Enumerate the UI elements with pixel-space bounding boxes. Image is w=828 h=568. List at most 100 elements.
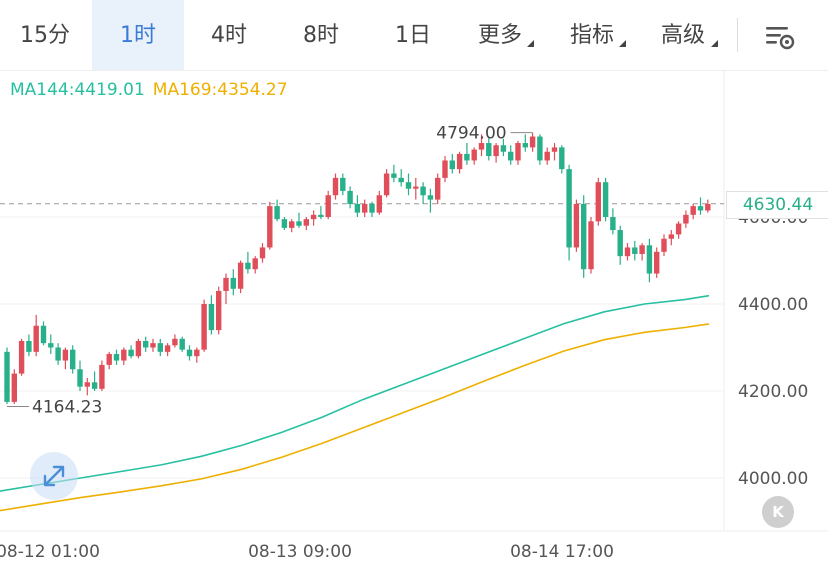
tab-1day[interactable]: 1日 bbox=[368, 0, 458, 70]
candle-body bbox=[179, 338, 185, 350]
candle-body bbox=[705, 203, 711, 211]
candle-body bbox=[522, 143, 528, 148]
candle-body bbox=[668, 234, 674, 239]
candle-body bbox=[274, 206, 280, 220]
candle-body bbox=[478, 143, 485, 150]
tab-8hour[interactable]: 8时 bbox=[276, 0, 366, 70]
candle-body bbox=[237, 262, 244, 289]
candle-body bbox=[515, 143, 521, 161]
candle-body bbox=[427, 195, 434, 200]
candle-body bbox=[602, 182, 609, 217]
candle-body bbox=[113, 354, 120, 361]
ma169-line bbox=[0, 323, 710, 512]
candle-body bbox=[332, 177, 339, 196]
last-price-tag: 4630.44 bbox=[726, 191, 828, 219]
candle-body bbox=[194, 349, 200, 357]
tab-more[interactable]: 更多 bbox=[465, 0, 535, 70]
candle-body bbox=[223, 277, 229, 291]
kline-chart[interactable]: 4600.004400.004200.004000.0008-12 01:000… bbox=[0, 71, 828, 568]
candle-body bbox=[508, 151, 514, 161]
candle-body bbox=[303, 219, 309, 226]
candle-body bbox=[26, 340, 32, 352]
candle-body bbox=[383, 173, 390, 196]
candle-body bbox=[449, 160, 455, 170]
candle-body bbox=[610, 217, 616, 231]
candle-body bbox=[172, 338, 178, 346]
expand-arrows-icon[interactable] bbox=[30, 452, 78, 500]
tab-advanced[interactable]: 高级 bbox=[648, 0, 718, 70]
candle-body bbox=[471, 149, 477, 161]
candle-body bbox=[464, 153, 470, 161]
x-tick-label: 08-12 01:00 bbox=[0, 542, 100, 562]
candle-body bbox=[11, 373, 17, 402]
candle-body bbox=[281, 219, 288, 228]
timeframe-tab-bar: 15分 1时 4时 8时 1日 更多 指标 高级 bbox=[0, 0, 828, 70]
candle-body bbox=[135, 340, 142, 357]
candle-body bbox=[4, 351, 10, 402]
candle-body bbox=[77, 369, 83, 387]
candle-body bbox=[675, 223, 682, 235]
x-tick-label: 08-14 17:00 bbox=[510, 542, 614, 562]
candle-body bbox=[289, 221, 295, 228]
y-tick-label: 4200.00 bbox=[738, 382, 808, 402]
candle-body bbox=[624, 247, 631, 257]
candle-body bbox=[150, 343, 156, 348]
candle-body bbox=[318, 214, 324, 217]
candle-body bbox=[18, 340, 25, 374]
candle-body bbox=[413, 186, 419, 189]
candle-body bbox=[121, 349, 127, 361]
tab-15min[interactable]: 15分 bbox=[0, 0, 90, 70]
low-price-label: 4164.23 bbox=[32, 398, 102, 418]
candle-body bbox=[70, 349, 76, 370]
candle-body bbox=[143, 340, 149, 348]
candle-body bbox=[259, 247, 266, 259]
high-price-label: 4794.00 bbox=[436, 124, 506, 144]
candle-body bbox=[33, 325, 39, 352]
candle-body bbox=[435, 177, 441, 200]
tab-indicators[interactable]: 指标 bbox=[557, 0, 627, 70]
candle-body bbox=[252, 258, 258, 270]
more-dropdown-icon bbox=[527, 40, 534, 47]
candle-body bbox=[646, 245, 653, 274]
candle-body bbox=[340, 177, 346, 191]
candle-body bbox=[617, 230, 623, 257]
candle-body bbox=[354, 203, 361, 213]
candle-body bbox=[208, 304, 215, 331]
candle-body bbox=[405, 182, 412, 189]
candle-body bbox=[544, 151, 550, 161]
candle-body bbox=[62, 349, 69, 361]
candle-body bbox=[683, 214, 689, 224]
collapse-left-icon[interactable]: K bbox=[762, 496, 794, 528]
candle-body bbox=[157, 343, 163, 352]
candle-body bbox=[529, 136, 536, 148]
candle-body bbox=[296, 221, 302, 226]
candle-body bbox=[216, 290, 222, 331]
candle-body bbox=[595, 182, 601, 222]
candle-body bbox=[486, 143, 492, 157]
candle-body bbox=[230, 277, 236, 289]
chart-settings-icon[interactable] bbox=[760, 18, 800, 54]
tab-1hour[interactable]: 1时 bbox=[92, 0, 184, 70]
candle-body bbox=[559, 147, 565, 170]
candle-body bbox=[376, 195, 382, 213]
candle-body bbox=[690, 206, 696, 215]
candle-body bbox=[566, 169, 572, 248]
ma144-legend: MA144:4419.01 bbox=[10, 80, 145, 100]
y-tick-label: 4000.00 bbox=[738, 469, 808, 489]
ma-legend: MA144:4419.01 MA169:4354.27 bbox=[10, 80, 288, 100]
candle-body bbox=[581, 203, 587, 270]
candle-body bbox=[362, 203, 368, 213]
candle-body bbox=[588, 221, 594, 270]
candle-body bbox=[106, 354, 112, 365]
candle-body bbox=[420, 186, 426, 196]
candle-body bbox=[48, 343, 54, 348]
indicators-dropdown-icon bbox=[619, 40, 626, 47]
candle-body bbox=[267, 206, 273, 248]
candle-body bbox=[456, 153, 463, 170]
candle-body bbox=[40, 325, 47, 344]
tab-4hour[interactable]: 4时 bbox=[184, 0, 274, 70]
candle-body bbox=[310, 214, 317, 220]
candle-body bbox=[639, 245, 645, 254]
candle-body bbox=[128, 349, 134, 357]
candle-body bbox=[99, 364, 105, 389]
